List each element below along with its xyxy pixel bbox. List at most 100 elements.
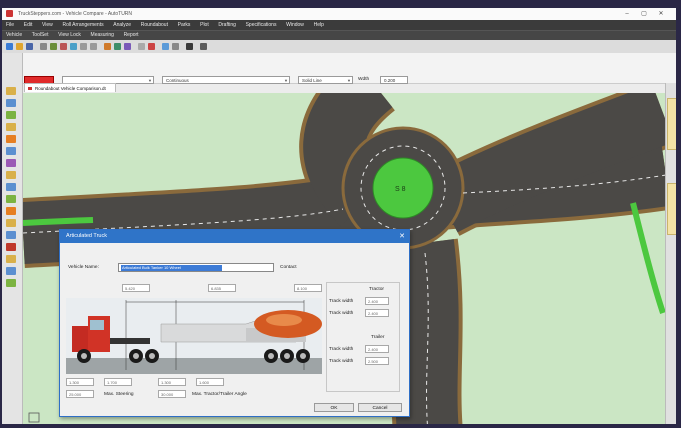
max-angle-label: Max. Tractor/Trailer Angle <box>192 392 247 397</box>
app-logo-icon <box>6 10 13 17</box>
menu-window[interactable]: Window <box>282 20 308 30</box>
dim-front-overhang[interactable]: 5.420 <box>122 284 150 292</box>
menu-report[interactable]: Report <box>120 31 143 40</box>
undo-icon[interactable] <box>80 43 87 50</box>
vehicle-dialog: Articulated Truck ✕ Vehicle Name: Articu… <box>59 229 410 417</box>
dim-front-axle[interactable]: 1.300 <box>66 378 94 386</box>
properties-panel-tab[interactable] <box>667 98 676 150</box>
menu-help[interactable]: Help <box>310 20 328 30</box>
menu-measuring[interactable]: Measuring <box>87 31 118 40</box>
tractor-heading: Tractor <box>369 287 385 292</box>
rectangle-tool-icon[interactable] <box>6 183 16 191</box>
application-window: TruckSteppers.com - Vehicle Compare - Au… <box>2 8 676 424</box>
vehicle-tool-icon[interactable] <box>6 195 16 203</box>
dim-drive-axle[interactable]: 1.700 <box>104 378 132 386</box>
print-icon[interactable] <box>40 43 47 50</box>
dim-wheelbase[interactable]: 6.835 <box>208 284 236 292</box>
new-file-icon[interactable] <box>6 43 13 50</box>
text-tool-icon[interactable] <box>6 123 16 131</box>
dimension-tool-icon[interactable] <box>6 135 16 143</box>
dim-trailer-front[interactable]: 1.300 <box>158 378 186 386</box>
max-angle-input[interactable]: 30.000 <box>158 390 186 398</box>
close-button[interactable]: ✕ <box>656 10 666 18</box>
zoom-icon[interactable] <box>104 43 111 50</box>
tractor-track-label-2: Track width <box>329 311 354 316</box>
dialog-close-button[interactable]: ✕ <box>399 230 405 243</box>
trailer-track-input-1[interactable]: 2.400 <box>365 345 389 353</box>
linetype-select[interactable]: Continuous ▼ <box>162 76 290 84</box>
layers-panel-tab[interactable] <box>667 183 676 235</box>
envelope-tool-icon[interactable] <box>6 219 16 227</box>
select-icon[interactable] <box>186 43 193 50</box>
stop-icon[interactable] <box>148 43 155 50</box>
dialog-title: Articulated Truck <box>66 233 107 239</box>
pan-icon[interactable] <box>114 43 121 50</box>
menu-vehicle[interactable]: Vehicle <box>2 31 26 40</box>
cancel-button[interactable]: Cancel <box>358 403 402 412</box>
tractor-track-input-1[interactable]: 2.400 <box>365 297 389 305</box>
delete-tool-icon[interactable] <box>6 243 16 251</box>
menu-specifications[interactable]: Specifications <box>242 20 281 30</box>
vehicle-photo <box>66 298 322 374</box>
menu-edit[interactable]: Edit <box>20 20 37 30</box>
menu-toolset[interactable]: ToolSet <box>28 31 53 40</box>
measure-tool-icon[interactable] <box>6 255 16 263</box>
circle-tool-icon[interactable] <box>6 171 16 179</box>
chevron-down-icon: ▼ <box>284 78 288 83</box>
pointer-tool-icon[interactable] <box>6 87 16 95</box>
layers-icon[interactable] <box>124 43 131 50</box>
layer-tool-icon[interactable] <box>6 279 16 287</box>
snap-tool-icon[interactable] <box>6 267 16 275</box>
menu-analyze[interactable]: Analyze <box>109 20 135 30</box>
path-tool-icon[interactable] <box>6 207 16 215</box>
tractor-track-input-2[interactable]: 2.400 <box>365 309 389 317</box>
main-menu-bar: File Edit View Roll Arrangements Analyze… <box>2 20 676 30</box>
line-tool-icon[interactable] <box>6 99 16 107</box>
chevron-down-icon: ▼ <box>148 78 152 83</box>
trailer-heading: Trailer <box>371 335 385 340</box>
vehicle-name-input[interactable]: Articulated Bulk Tanker 10 Wheel <box>118 263 274 272</box>
save-icon[interactable] <box>26 43 33 50</box>
document-tab[interactable]: Roundabout Vehicle Comparison.dt <box>24 83 116 92</box>
arc-icon[interactable] <box>70 43 77 50</box>
dim-trailer-length[interactable]: 8.100 <box>294 284 322 292</box>
menu-plot[interactable]: Plot <box>196 20 213 30</box>
document-tab-label: Roundabout Vehicle Comparison.dt <box>35 86 106 91</box>
maximize-button[interactable]: ▢ <box>639 10 649 18</box>
truck-illustration <box>66 298 322 374</box>
left-toolbox <box>2 53 23 424</box>
vehicle-path-icon[interactable] <box>50 43 57 50</box>
menu-view[interactable]: View <box>38 20 57 30</box>
max-steering-input[interactable]: 25.000 <box>66 390 94 398</box>
ok-button[interactable]: OK <box>314 403 354 412</box>
width-label: Wdth <box>358 77 370 82</box>
max-steering-label: Max. Steering <box>104 392 134 397</box>
hatch-tool-icon[interactable] <box>6 159 16 167</box>
track-width-group: Tractor Track width 2.400 Track width 2.… <box>326 282 400 392</box>
contact-button[interactable]: Contact <box>280 265 297 270</box>
menu-roundabout[interactable]: Roundabout <box>137 20 172 30</box>
menu-drafting[interactable]: Drafting <box>214 20 240 30</box>
arc-tool-icon[interactable] <box>6 111 16 119</box>
vehicle-name-label: Vehicle Name: <box>68 265 99 270</box>
settings-icon[interactable] <box>138 43 145 50</box>
measure-icon[interactable] <box>162 43 169 50</box>
minimize-button[interactable]: – <box>622 10 632 18</box>
redo-icon[interactable] <box>90 43 97 50</box>
swept-path-tool-icon[interactable] <box>6 231 16 239</box>
help-icon[interactable] <box>200 43 207 50</box>
lineweight-select[interactable]: Solid Line ▼ <box>298 76 353 84</box>
truck-icon[interactable] <box>60 43 67 50</box>
trailer-track-input-2[interactable]: 2.500 <box>365 357 389 365</box>
grid-icon[interactable] <box>172 43 179 50</box>
width-input[interactable]: 0.200 <box>380 76 408 84</box>
menu-roll-arrangements[interactable]: Roll Arrangements <box>58 20 107 30</box>
dim-trailer-axle[interactable]: 1.600 <box>196 378 224 386</box>
open-folder-icon[interactable] <box>16 43 23 50</box>
menu-view-lock[interactable]: View Lock <box>54 31 85 40</box>
menu-file[interactable]: File <box>2 20 18 30</box>
menu-parks[interactable]: Parks <box>174 20 195 30</box>
document-icon <box>28 87 32 90</box>
polyline-tool-icon[interactable] <box>6 147 16 155</box>
dialog-title-bar: Articulated Truck ✕ <box>60 230 409 243</box>
